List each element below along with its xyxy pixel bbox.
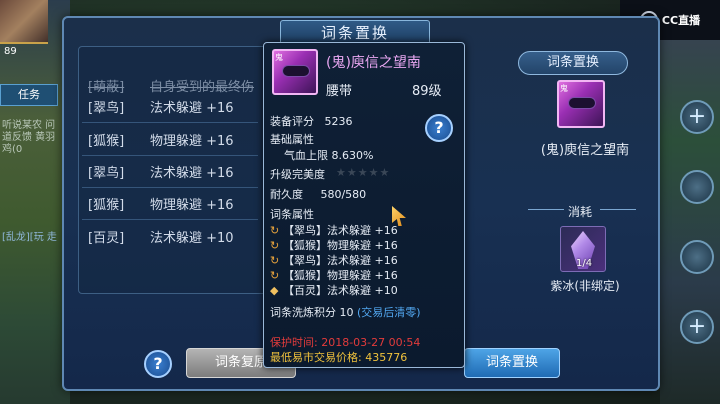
swirl-icon: ↻	[270, 253, 280, 267]
affix-tag: [狐猴]	[88, 197, 125, 213]
consume-item-name: 紫冰(非绑定)	[550, 279, 620, 293]
tooltip-affix: ↻ 【翠鸟】法术躲避 +16	[270, 222, 398, 238]
hud-battle-button[interactable]	[680, 170, 714, 204]
tooltip-affix-text: 【百灵】法术躲避 +10	[283, 284, 398, 297]
affix-tag: [百灵]	[88, 230, 125, 246]
affix-tag: [翠鸟]	[88, 100, 125, 116]
base-attr-value: 气血上限 8.630%	[284, 149, 374, 162]
tooltip-affix-text: 【狐猴】物理躲避 +16	[283, 269, 398, 282]
swirl-icon: ↻	[270, 268, 280, 282]
durability-label: 耐久度	[270, 188, 303, 201]
swirl-icon: ↻	[270, 223, 280, 237]
perfect-label: 升级完美度	[270, 168, 325, 181]
hud-skill-button[interactable]	[680, 240, 714, 274]
min-trade-price: 最低易市交易价格: 435776	[270, 351, 408, 364]
target-equipment-slot[interactable]: 鬼	[557, 80, 605, 128]
affix-row[interactable]: [狐猴] 物理躲避 +16	[80, 189, 260, 217]
durability-value: 580/580	[320, 188, 367, 201]
help-button[interactable]: ?	[144, 350, 172, 378]
target-equipment-name: (鬼)庾信之望南	[540, 143, 630, 158]
wash-note: (交易后清零)	[357, 306, 421, 319]
affix-attr: 法术躲避 +16	[150, 165, 234, 181]
quality-badge-icon: 鬼	[560, 84, 568, 93]
affix-row[interactable]: [翠鸟] 法术躲避 +16	[80, 157, 260, 185]
right-panel-title: 词条置换	[518, 51, 628, 75]
tooltip-affix-text: 【翠鸟】法术躲避 +16	[283, 224, 398, 237]
tooltip-affix: ↻ 【翠鸟】法术躲避 +16	[270, 252, 398, 268]
affix-row[interactable]: [翠鸟] 法术躲避 +16	[80, 92, 260, 120]
affix-row[interactable]: [百灵] 法术躲避 +10	[80, 222, 260, 250]
plus-icon: +	[687, 104, 707, 129]
quality-badge-icon: 鬼	[275, 53, 283, 62]
perfect-stars: ★★★★★	[336, 166, 391, 179]
quest-tracker-text[interactable]: 听说某农 问道反馈 黄羽鸡(0	[2, 120, 60, 156]
score-label: 装备评分	[270, 115, 314, 128]
belt-icon	[282, 65, 310, 77]
hud-plus-button[interactable]: +	[680, 100, 714, 134]
ornament-right	[600, 209, 636, 210]
tooltip-affix-text: 【狐猴】物理躲避 +16	[283, 239, 398, 252]
diamond-icon: ◆	[270, 283, 279, 297]
score-value: 5236	[324, 115, 353, 128]
tooltip-item-type: 腰带	[326, 84, 353, 99]
replace-affix-button[interactable]: 词条置换	[464, 348, 560, 378]
row-divider	[82, 187, 258, 188]
affix-row[interactable]: [狐猴] 物理躲避 +16	[80, 125, 260, 153]
player-avatar[interactable]	[0, 0, 48, 44]
affix-attr: 法术躲避 +10	[150, 230, 234, 246]
tooltip-help-button[interactable]: ?	[425, 114, 453, 142]
tooltip-item-icon: 鬼	[272, 49, 318, 95]
affix-attr: 物理躲避 +16	[150, 133, 234, 149]
tab-task[interactable]: 任务	[0, 84, 58, 106]
row-divider	[82, 219, 258, 220]
tooltip-item-name: (鬼)庾信之望南	[326, 55, 421, 71]
consume-label: 消耗	[567, 205, 592, 219]
tooltip-affix: ◆ 【百灵】法术躲避 +10	[270, 282, 398, 298]
affix-attr: 法术躲避 +16	[150, 100, 234, 116]
durability-row: 耐久度 580/580	[270, 186, 366, 202]
wash-score: 词条洗炼积分 10	[270, 306, 354, 319]
live-logo-text: CC直播	[661, 14, 701, 27]
tooltip-affix: ↻ 【狐猴】物理躲避 +16	[270, 267, 398, 283]
row-divider	[82, 122, 258, 123]
affix-tag: [狐猴]	[88, 133, 125, 149]
hud-plus-button-2[interactable]: +	[680, 310, 714, 344]
affix-tag: [翠鸟]	[88, 165, 125, 181]
belt-icon	[568, 97, 596, 109]
swirl-icon: ↻	[270, 238, 280, 252]
row-divider	[82, 155, 258, 156]
chat-snippet: [乱龙][玩 走	[2, 232, 57, 243]
tooltip-item-level: 89级	[412, 84, 442, 99]
wash-score-row: 词条洗炼积分 10 (交易后清零)	[270, 304, 421, 320]
protect-time: 保护时间: 2018-03-27 00:54	[270, 336, 421, 349]
tooltip-affix: ↻ 【狐猴】物理躲避 +16	[270, 237, 398, 253]
plus-icon: +	[687, 314, 707, 339]
tooltip-affix-text: 【翠鸟】法术躲避 +16	[283, 254, 398, 267]
affix-attr: 物理躲避 +16	[150, 197, 234, 213]
tooltip-score: 装备评分 5236	[270, 113, 353, 129]
game-world-left	[0, 0, 70, 404]
affix-label: 词条属性	[270, 208, 314, 221]
consume-count: 1/4	[576, 258, 593, 269]
player-level: 89	[4, 46, 17, 57]
base-attr-label: 基础属性	[270, 133, 314, 146]
